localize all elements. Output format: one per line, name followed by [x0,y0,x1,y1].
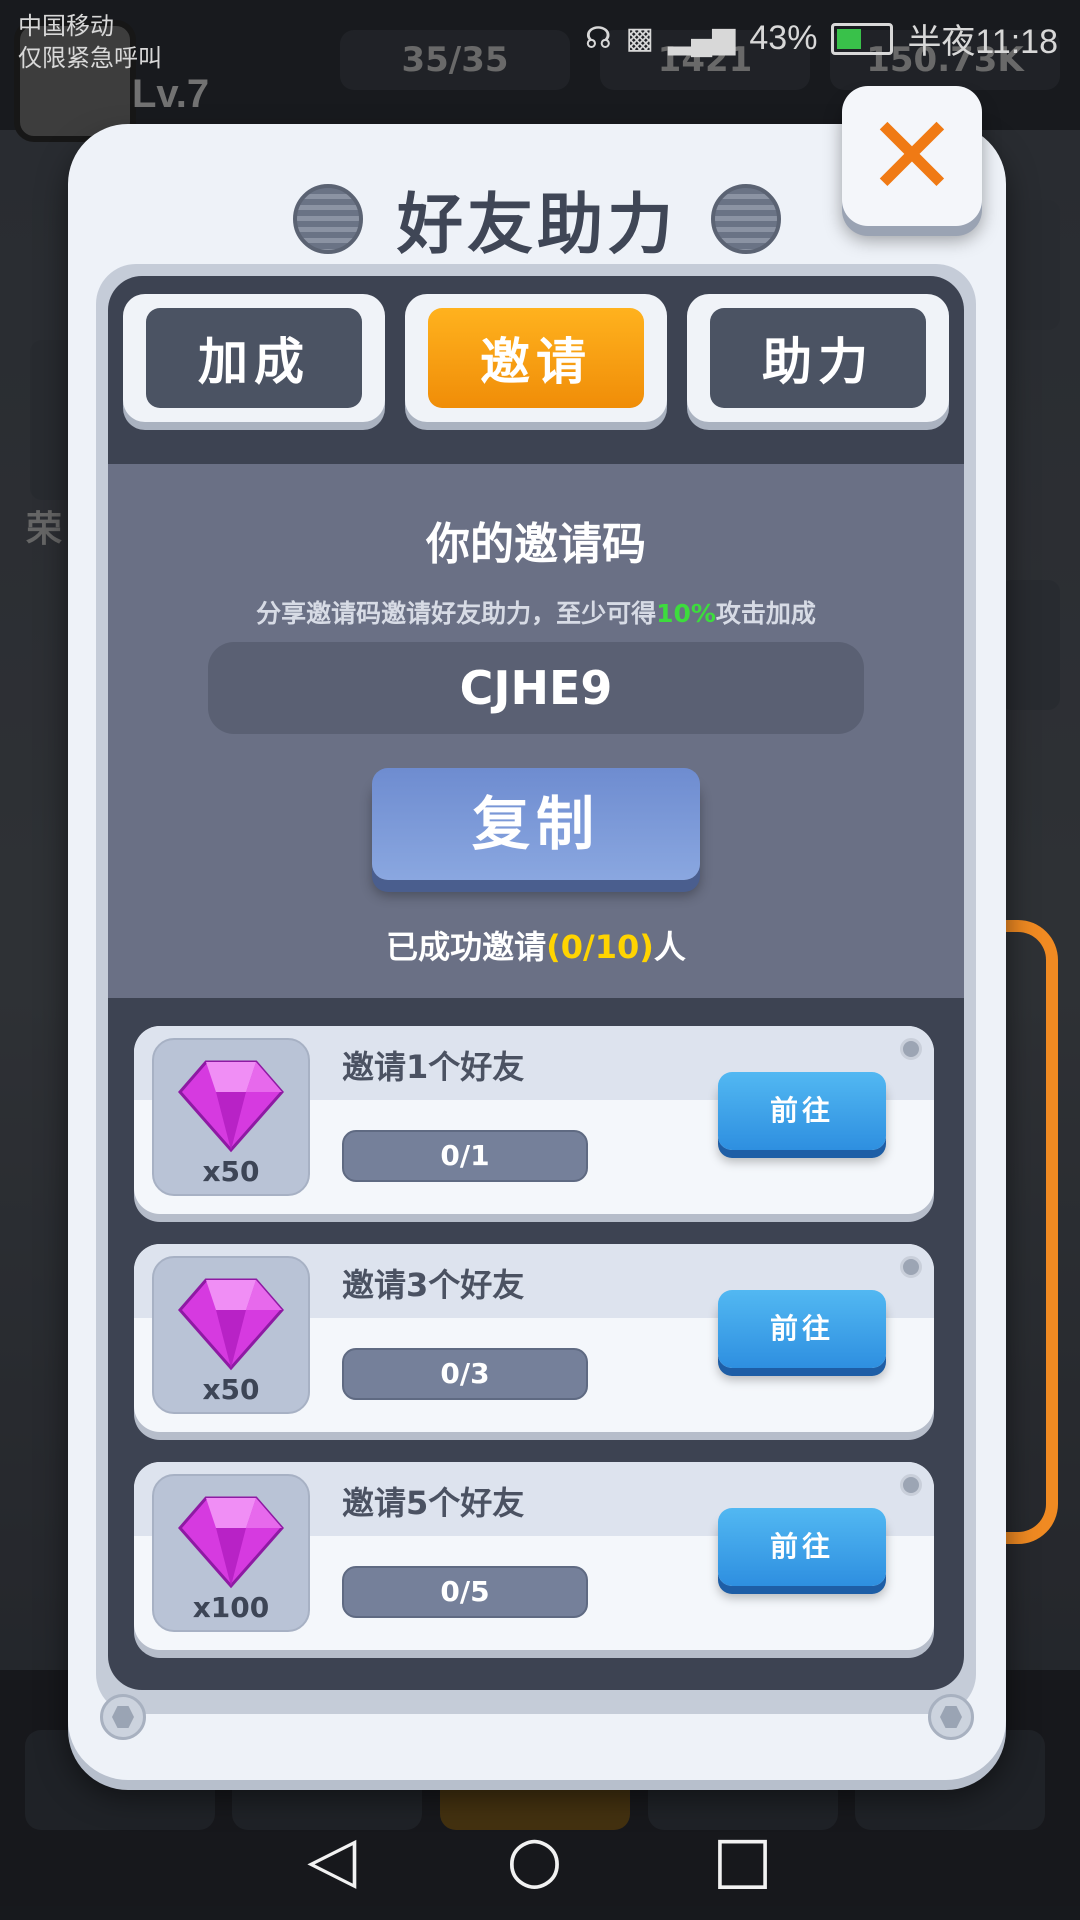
task-progress-text: 0/1 [440,1139,490,1172]
reward-quantity: x50 [202,1155,260,1188]
invited-count-suffix: 人 [653,928,686,966]
task-progress-bar: 0/1 [342,1130,588,1182]
invite-code-section: 你的邀请码 分享邀请码邀请好友助力，至少可得10%攻击加成 CJHE9 复制 已… [108,464,964,998]
task-card: x50 邀请3个好友 0/3 前往 [134,1244,934,1432]
bottom-left-bolt [100,1694,146,1740]
bottom-right-bolt [928,1694,974,1740]
task-progress-bar: 0/5 [342,1566,588,1618]
modal-title: 好友助力 [397,186,677,263]
header-right-bolt [711,184,781,254]
invite-task-list: x50 邀请1个好友 0/1 前往 x50 邀请3个好友 0/3 前往 x100… [134,1026,934,1680]
side-handle [1000,920,1058,1544]
friend-assist-modal: 好友助力 加成 邀请 助力 你的邀请码 分享邀请码邀请好友助力，至少可得10%攻… [68,124,1006,1780]
task-title: 邀请5个好友 [342,1484,525,1522]
modal-inner-frame: 加成 邀请 助力 你的邀请码 分享邀请码邀请好友助力，至少可得10%攻击加成 C… [96,264,976,1714]
go-button[interactable]: 前往 [718,1508,886,1586]
clock: 半夜11:18 [907,23,1058,61]
headphone-icon: ☊ [584,22,612,55]
go-button[interactable]: 前往 [718,1290,886,1368]
carrier-name: 中国移动 [18,13,114,40]
gem-icon [178,1278,284,1371]
task-title: 邀请1个好友 [342,1048,525,1086]
invited-count-value: (0/10) [546,928,654,966]
task-title: 邀请3个好友 [342,1266,525,1304]
gem-icon [178,1496,284,1589]
header-left-bolt [293,184,363,254]
task-progress-bar: 0/3 [342,1348,588,1400]
invite-code-heading: 你的邀请码 [426,519,646,570]
task-card: x100 邀请5个好友 0/5 前往 [134,1462,934,1650]
battery-icon [831,22,894,55]
tab-bar: 加成 邀请 助力 [108,276,964,436]
invite-desc-text: 分享邀请码邀请好友助力，至少可得 [256,599,657,628]
modal-content: 加成 邀请 助力 你的邀请码 分享邀请码邀请好友助力，至少可得10%攻击加成 C… [108,276,964,1690]
invited-count: 已成功邀请(0/10)人 [108,922,964,968]
gem-icon [178,1060,284,1153]
tab-invite-label: 邀请 [428,308,644,408]
tab-invite[interactable]: 邀请 [405,294,667,422]
go-button[interactable]: 前往 [718,1072,886,1150]
invite-description: 分享邀请码邀请好友助力，至少可得10%攻击加成 [108,594,964,630]
vibrate-icon: ▩ [625,22,654,55]
tab-assist[interactable]: 助力 [687,294,949,422]
reward-box: x50 [152,1038,310,1196]
task-card-rivet [900,1474,922,1496]
reward-quantity: x50 [202,1373,260,1406]
reward-quantity: x100 [192,1591,270,1624]
task-card-rivet [900,1038,922,1060]
back-icon[interactable]: ◁ [307,1823,356,1897]
recent-apps-icon[interactable]: □ [712,1823,772,1897]
close-icon: ✕ [865,92,959,220]
android-nav-bar: ◁ ○ □ [0,1800,1080,1920]
status-icons: ☊ ▩ ▂▄▆ 43% 半夜11:18 [585,14,1058,63]
close-button[interactable]: ✕ [842,86,982,226]
task-card: x50 邀请1个好友 0/1 前往 [134,1026,934,1214]
tab-assist-label: 助力 [710,308,926,408]
task-progress-text: 0/3 [440,1357,490,1390]
task-progress-text: 0/5 [440,1575,490,1608]
tab-bonus[interactable]: 加成 [123,294,385,422]
invite-desc-suffix: 攻击加成 [715,599,816,628]
carrier-status: 仅限紧急呼叫 [18,45,162,72]
battery-percent: 43% [749,19,818,57]
reward-box: x100 [152,1474,310,1632]
home-icon[interactable]: ○ [506,1823,562,1897]
invited-count-prefix: 已成功邀请 [386,928,547,966]
signal-icon: ▂▄▆ [667,22,736,55]
invite-code-field: CJHE9 [208,642,864,734]
reward-box: x50 [152,1256,310,1414]
task-card-rivet [900,1256,922,1278]
tab-bonus-label: 加成 [146,308,362,408]
invite-desc-highlight: 10% [656,599,716,628]
copy-button[interactable]: 复制 [372,768,700,880]
status-bar: 中国移动 仅限紧急呼叫 ☊ ▩ ▂▄▆ 43% 半夜11:18 [0,0,1080,80]
